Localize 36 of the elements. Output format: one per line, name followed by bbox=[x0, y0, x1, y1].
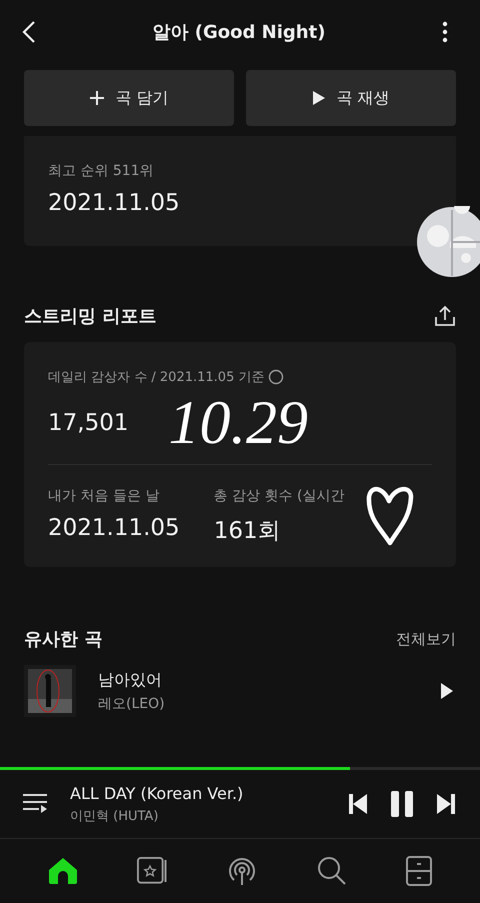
playback-progress-bar[interactable] bbox=[0, 767, 480, 770]
play-song-button[interactable]: 곡 재생 bbox=[246, 70, 456, 126]
handwritten-note: 10.29 bbox=[168, 392, 308, 454]
play-icon bbox=[312, 90, 326, 106]
pause-icon[interactable] bbox=[390, 790, 414, 818]
starred-album-icon[interactable] bbox=[136, 857, 167, 885]
section-title: 스트리밍 리포트 bbox=[24, 305, 156, 328]
song-title[interactable]: 남아있어 bbox=[98, 670, 418, 690]
more-options-icon[interactable] bbox=[442, 20, 448, 44]
add-song-button[interactable]: 곡 담기 bbox=[24, 70, 234, 126]
next-icon[interactable] bbox=[436, 793, 456, 815]
now-playing-artist: 이민혁 (HUTA) bbox=[70, 808, 160, 824]
info-icon[interactable] bbox=[268, 369, 284, 385]
daily-listeners-label: 데일리 감상자 수 / 2021.11.05 기준 bbox=[48, 369, 264, 386]
plus-icon bbox=[89, 90, 106, 106]
search-icon[interactable] bbox=[317, 856, 348, 886]
drawer-icon[interactable] bbox=[406, 856, 432, 886]
home-icon[interactable] bbox=[48, 857, 78, 885]
previous-icon[interactable] bbox=[348, 793, 368, 815]
view-all-link[interactable]: 전체보기 bbox=[396, 630, 456, 648]
back-icon[interactable] bbox=[22, 20, 36, 44]
first-listen-label: 내가 처음 들은 날 bbox=[48, 487, 160, 505]
share-icon[interactable] bbox=[434, 305, 456, 327]
play-icon[interactable] bbox=[440, 682, 454, 700]
total-plays-value: 161회 bbox=[214, 517, 282, 546]
total-plays-label: 총 감상 횟수 (실시간 bbox=[214, 487, 345, 505]
playlist-icon[interactable] bbox=[22, 792, 48, 816]
peak-rank-date: 2021.11.05 bbox=[48, 190, 181, 216]
page-title: 알아 (Good Night) bbox=[152, 21, 326, 44]
now-playing-title: ALL DAY (Korean Ver.) bbox=[70, 784, 244, 802]
section-title: 유사한 곡 bbox=[24, 628, 102, 651]
daily-listeners-value: 17,501 bbox=[48, 410, 128, 436]
song-artist: 레오(LEO) bbox=[98, 694, 166, 712]
floating-contacts-icon[interactable] bbox=[416, 206, 480, 278]
first-listen-date: 2021.11.05 bbox=[48, 515, 180, 541]
peak-rank-label: 최고 순위 511위 bbox=[48, 162, 155, 180]
